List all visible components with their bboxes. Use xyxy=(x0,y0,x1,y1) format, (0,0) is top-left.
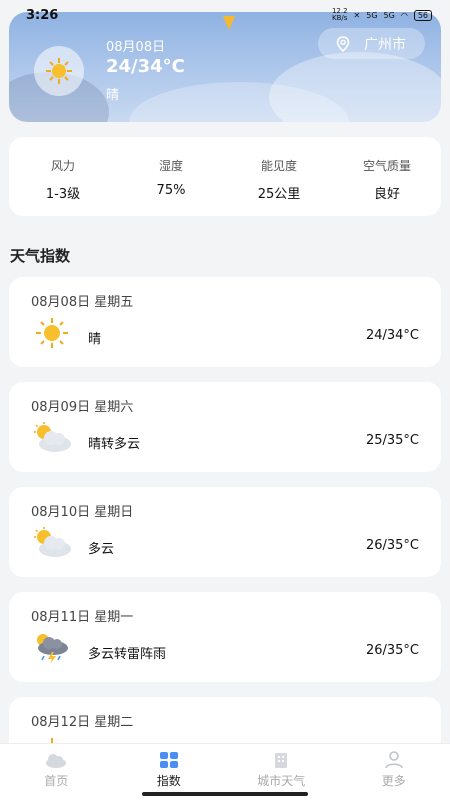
stat-value: 1-3级 xyxy=(45,187,81,202)
home-indicator[interactable] xyxy=(142,792,308,796)
sun-icon xyxy=(34,46,84,96)
mute-icon: ✕ xyxy=(353,10,361,20)
forecast-date: 08月12日 星期二 xyxy=(31,715,134,730)
forecast-condition: 晴 xyxy=(88,332,102,347)
signal-5g-1: 5G xyxy=(366,10,378,20)
stat-air-quality: 空气质量 良好 xyxy=(333,137,441,216)
battery-icon: 56 xyxy=(413,9,432,21)
forecast-condition: 多云 xyxy=(88,542,115,557)
forecast-temperature: 26/35°C xyxy=(365,538,419,553)
forecast-day-card[interactable]: 08月11日 星期一 多云转雷阵雨 26/35°C xyxy=(9,592,441,682)
thunderstorm-icon xyxy=(37,634,68,664)
city-name: 广州市 xyxy=(364,36,406,53)
nav-more[interactable]: 更多 xyxy=(338,744,450,800)
forecast-date: 08月10日 星期日 xyxy=(31,505,134,520)
forecast-temperature: 24/34°C xyxy=(365,328,419,343)
forecast-condition: 晴转多云 xyxy=(88,437,141,452)
forecast-date: 08月09日 星期六 xyxy=(31,400,134,415)
status-indicators: 12.2 KB/s ✕ 5G 5G ◠ 56 xyxy=(332,8,432,22)
status-time: 3:26 xyxy=(26,7,59,23)
partly-cloudy-icon xyxy=(34,422,71,452)
current-date: 08月08日 xyxy=(106,40,166,55)
forecast-day-card[interactable]: 08月08日 星期五 晴 24/34°C xyxy=(9,277,441,367)
forecast-temperature: 25/35°C xyxy=(365,433,419,448)
partly-cloudy-icon xyxy=(34,527,71,557)
status-bar: 3:26 12.2 KB/s ✕ 5G 5G ◠ 56 xyxy=(0,0,450,30)
cloud-home-icon xyxy=(46,754,67,768)
network-speed: 12.2 KB/s xyxy=(331,7,348,22)
forecast-day-card[interactable]: 08月10日 星期日 多云 26/35°C xyxy=(9,487,441,577)
stat-label: 空气质量 xyxy=(362,159,411,173)
current-condition: 晴 xyxy=(106,88,120,103)
section-title: 天气指数 xyxy=(10,247,71,265)
forecast-date: 08月08日 星期五 xyxy=(31,295,134,310)
forecast-temperature: 26/35°C xyxy=(365,643,419,658)
weather-stats-card: 风力 1-3级 湿度 75% 能见度 25公里 空气质量 良好 xyxy=(9,137,441,216)
stat-wind: 风力 1-3级 xyxy=(9,137,117,216)
stat-label: 风力 xyxy=(50,159,75,173)
nav-home[interactable]: 首页 xyxy=(0,744,113,800)
stat-humidity: 湿度 75% xyxy=(117,137,225,216)
building-icon xyxy=(275,753,288,768)
nav-label: 城市天气 xyxy=(257,774,306,788)
location-pin-icon xyxy=(336,35,350,52)
user-icon xyxy=(384,751,403,769)
nav-label: 指数 xyxy=(156,774,181,788)
stat-value: 25公里 xyxy=(257,187,301,202)
forecast-condition: 多云转雷阵雨 xyxy=(88,647,167,662)
forecast-date: 08月11日 星期一 xyxy=(31,610,134,625)
stat-label: 能见度 xyxy=(260,159,297,173)
city-selector-button[interactable]: 广州市 xyxy=(318,28,425,59)
grid-icon xyxy=(159,752,178,768)
stat-value: 良好 xyxy=(373,187,400,202)
wifi-icon: ◠ xyxy=(400,10,408,20)
nav-label: 更多 xyxy=(381,774,406,788)
sun-icon xyxy=(36,318,68,348)
stat-label: 湿度 xyxy=(158,159,183,173)
signal-5g-2: 5G xyxy=(383,10,395,20)
stat-value: 75% xyxy=(156,183,186,198)
current-temperature: 24/34°C xyxy=(106,56,185,77)
stat-visibility: 能见度 25公里 xyxy=(225,137,333,216)
forecast-day-card[interactable]: 08月09日 星期六 晴转多云 25/35°C xyxy=(9,382,441,472)
nav-label: 首页 xyxy=(44,774,69,788)
